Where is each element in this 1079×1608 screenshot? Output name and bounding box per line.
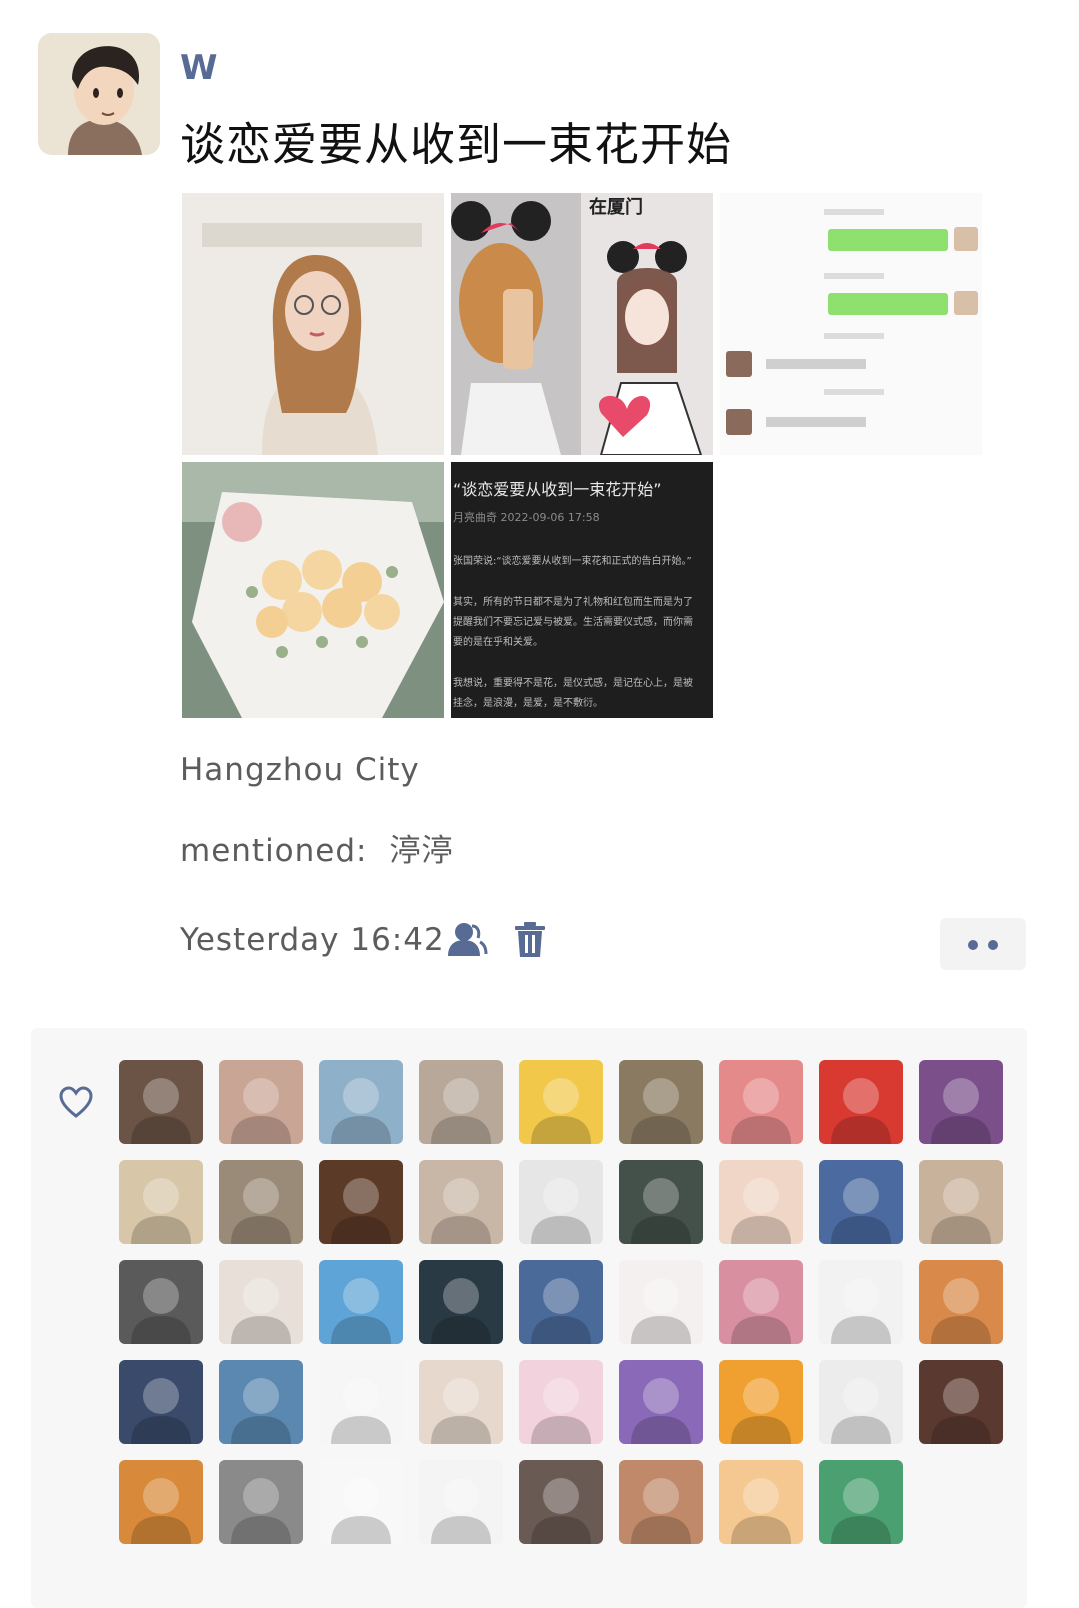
heart-icon [59,1086,93,1120]
liker-avatar[interactable] [719,1360,803,1444]
liker-avatar[interactable] [919,1260,1003,1344]
liker-avatar[interactable] [519,1460,603,1544]
delete-icon[interactable] [513,921,547,959]
liker-avatar[interactable] [219,1160,303,1244]
liker-avatar[interactable] [719,1060,803,1144]
liker-avatar[interactable] [319,1360,403,1444]
liker-avatar[interactable] [519,1260,603,1344]
mentioned-label: mentioned: [180,833,368,869]
more-icon[interactable] [940,918,1026,970]
post-mentions: mentioned: 渟渟 [180,825,454,870]
article-title: “谈恋爱要从收到一束花开始” [453,480,662,499]
liker-avatar[interactable] [819,1060,903,1144]
article-line: 挂念，是浪漫，是爱，是不敷衍。 [453,698,603,709]
liker-avatar[interactable] [319,1160,403,1244]
mentioned-user[interactable]: 渟渟 [390,833,454,869]
liker-avatar[interactable] [619,1460,703,1544]
liker-avatar[interactable] [119,1260,203,1344]
article-line: 张国荣说:“谈恋爱要从收到一束花和正式的告白开始。” [453,556,692,567]
post-image-selfie[interactable]: 在厦门 [451,193,713,455]
liker-avatar[interactable] [119,1360,203,1444]
liker-avatar[interactable] [419,1360,503,1444]
liker-avatar[interactable] [619,1160,703,1244]
liker-avatar[interactable] [219,1060,303,1144]
liker-avatar[interactable] [619,1260,703,1344]
liker-avatar[interactable] [119,1060,203,1144]
post-image-chat-screenshot[interactable] [720,193,982,455]
liker-avatar[interactable] [219,1360,303,1444]
post-image-bouquet[interactable] [182,462,444,718]
liker-avatar[interactable] [119,1460,203,1544]
liker-avatar[interactable] [919,1360,1003,1444]
liker-avatar[interactable] [819,1460,903,1544]
post-timestamp: Yesterday 16:42 [180,922,445,958]
liker-avatar[interactable] [619,1060,703,1144]
liker-avatar[interactable] [319,1260,403,1344]
liker-avatar[interactable] [419,1260,503,1344]
liker-avatar[interactable] [719,1260,803,1344]
article-line: 提醒我们不要忘记爱与被爱。生活需要仪式感，而你需 [453,617,693,628]
liker-avatar[interactable] [519,1360,603,1444]
post-text: 谈恋爱要从收到一束花开始 [180,118,733,171]
liker-avatar[interactable] [219,1260,303,1344]
post-image-portrait[interactable] [182,193,444,455]
article-line: 其实，所有的节日都不是为了礼物和红包而生而是为了 [453,597,693,608]
liker-avatar[interactable] [819,1160,903,1244]
poster-avatar[interactable] [38,33,160,155]
visibility-icon[interactable] [446,920,488,960]
article-line: 我想说，重要得不是花，是仪式感，是记在心上，是被 [453,678,693,689]
liker-avatar[interactable] [119,1160,203,1244]
liker-avatar[interactable] [419,1460,503,1544]
post-location[interactable]: Hangzhou City [180,752,420,788]
liker-avatar[interactable] [519,1160,603,1244]
svg-text:在厦门: 在厦门 [589,196,643,217]
liker-avatar[interactable] [619,1360,703,1444]
liker-avatar[interactable] [919,1060,1003,1144]
liker-avatar[interactable] [719,1460,803,1544]
liker-avatar[interactable] [219,1460,303,1544]
liker-avatar[interactable] [819,1360,903,1444]
poster-name[interactable]: W [180,48,218,88]
article-line: 要的是在乎和关爱。 [453,637,543,648]
liker-avatar[interactable] [419,1160,503,1244]
liker-avatar[interactable] [819,1260,903,1344]
liker-avatar[interactable] [519,1060,603,1144]
liker-avatar[interactable] [319,1060,403,1144]
liker-avatar[interactable] [919,1160,1003,1244]
post-image-article[interactable]: “谈恋爱要从收到一束花开始” 月亮曲奇 2022-09-06 17:58 张国荣… [451,462,713,718]
liker-avatar[interactable] [719,1160,803,1244]
liker-avatar[interactable] [319,1460,403,1544]
liker-avatar[interactable] [419,1060,503,1144]
article-meta: 月亮曲奇 2022-09-06 17:58 [453,511,600,524]
